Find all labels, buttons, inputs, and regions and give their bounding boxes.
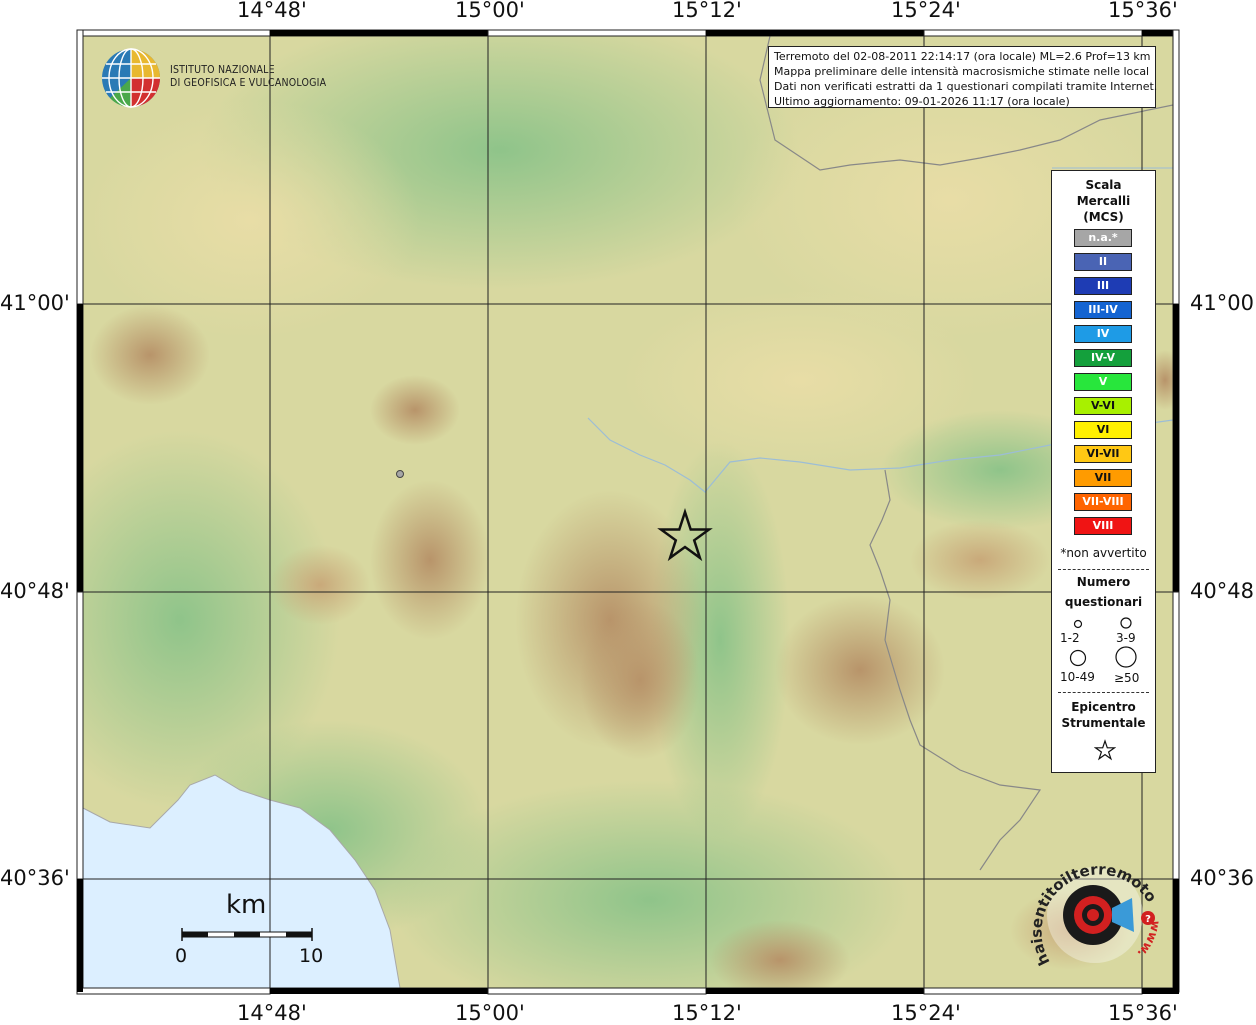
epicenter-title-2: Strumentale — [1061, 716, 1146, 730]
logo-arc-url: www. — [1135, 919, 1164, 960]
lon-tick-top: 15°12' — [672, 0, 742, 22]
lon-tick-bottom: 14°48' — [237, 1001, 307, 1025]
info-line-3: Dati non verificati estratti da 1 questi… — [774, 80, 1158, 93]
intensity-scale-item: VIII — [1074, 517, 1132, 535]
lat-tick-left: 40°48' — [0, 579, 70, 603]
scalebar-start: 0 — [175, 945, 188, 967]
svg-text:www.: www. — [1135, 919, 1164, 960]
intensity-scale-item: II — [1074, 253, 1132, 271]
event-info-box: Terremoto del 02-08-2011 22:14:17 (ora l… — [768, 46, 1158, 108]
haisentito-logo-text: haisentitoilterremoto.it www. — [1030, 850, 1164, 968]
intensity-scale-item: VI — [1074, 421, 1132, 439]
scalebar-unit: km — [226, 890, 267, 920]
lon-tick-bottom: 15°24' — [891, 1001, 961, 1025]
lon-tick-top: 14°48' — [237, 0, 307, 22]
circle-large-icon — [1069, 649, 1087, 667]
q-label: 1-2 — [1060, 631, 1080, 645]
questionnaire-title-1: Numero — [1076, 575, 1131, 589]
info-line-2: Mappa preliminare delle intensità macros… — [774, 65, 1150, 78]
legend-separator — [1058, 692, 1149, 693]
intensity-scale-item: IV — [1074, 325, 1132, 343]
intensity-scale-item: VII-VIII — [1074, 493, 1132, 511]
lat-tick-left: 40°36' — [0, 866, 70, 890]
questionnaire-title-2: questionari — [1064, 595, 1143, 609]
legend-separator — [1058, 569, 1149, 570]
intensity-scale-item: III-IV — [1074, 301, 1132, 319]
intensity-scale-item: VI-VII — [1074, 445, 1132, 463]
intensity-scale-item: V-VI — [1074, 397, 1132, 415]
epicenter-legend-star-icon — [1094, 739, 1116, 761]
lon-tick-top: 15°00' — [455, 0, 525, 22]
legend-title-2: Mercalli — [1076, 194, 1131, 208]
legend-title-1: Scala — [1085, 178, 1122, 192]
logo-line-1: ISTITUTO NAZIONALE — [170, 64, 275, 76]
lon-tick-bottom: 15°00' — [455, 1001, 525, 1025]
intensity-scale-item: V — [1074, 373, 1132, 391]
q-label: 3-9 — [1116, 631, 1136, 645]
not-felt-note: *non avvertito — [1060, 546, 1147, 560]
legend-title: Scala Mercalli (MCS) — [1052, 177, 1155, 225]
logo-line-2: DI GEOFISICA E VULCANOLOGIA — [170, 77, 327, 89]
lat-tick-left: 41°00' — [0, 291, 70, 315]
circle-xlarge-icon — [1115, 646, 1137, 668]
q-label: ≥50 — [1114, 671, 1140, 685]
epicenter-title-1: Epicentro — [1071, 700, 1136, 714]
lon-tick-bottom: 15°36' — [1108, 1001, 1178, 1025]
ingv-logo-icon — [102, 48, 160, 108]
intensity-scale-item: n.a.* — [1074, 229, 1132, 247]
legend-title-3: (MCS) — [1083, 210, 1124, 224]
intensity-scale-item: IV-V — [1074, 349, 1132, 367]
lat-tick-right: 40°48' — [1190, 579, 1256, 603]
lat-tick-right: 41°00' — [1190, 291, 1256, 315]
info-line-1: Terremoto del 02-08-2011 22:14:17 (ora l… — [774, 50, 1151, 63]
info-line-4: Ultimo aggiornamento: 09-01-2026 11:17 (… — [774, 95, 1070, 108]
lon-tick-top: 15°24' — [891, 0, 961, 22]
circle-small-icon — [1073, 619, 1083, 629]
intensity-legend: Scala Mercalli (MCS) n.a.* II III III-IV IV I… — [1051, 170, 1156, 773]
intensity-scale-item: III — [1074, 277, 1132, 295]
scalebar-end: 10 — [299, 945, 324, 967]
lat-tick-right: 40°36' — [1190, 866, 1256, 890]
q-label: 10-49 — [1060, 670, 1095, 684]
circle-medium-icon — [1120, 617, 1132, 629]
intensity-scale-item: VII — [1074, 469, 1132, 487]
relief-map — [83, 36, 1173, 988]
ingv-logo-text: ISTITUTO NAZIONALE DI GEOFISICA E VULCAN… — [170, 64, 326, 90]
lon-tick-top: 15°36' — [1108, 0, 1178, 22]
lon-tick-bottom: 15°12' — [672, 1001, 742, 1025]
